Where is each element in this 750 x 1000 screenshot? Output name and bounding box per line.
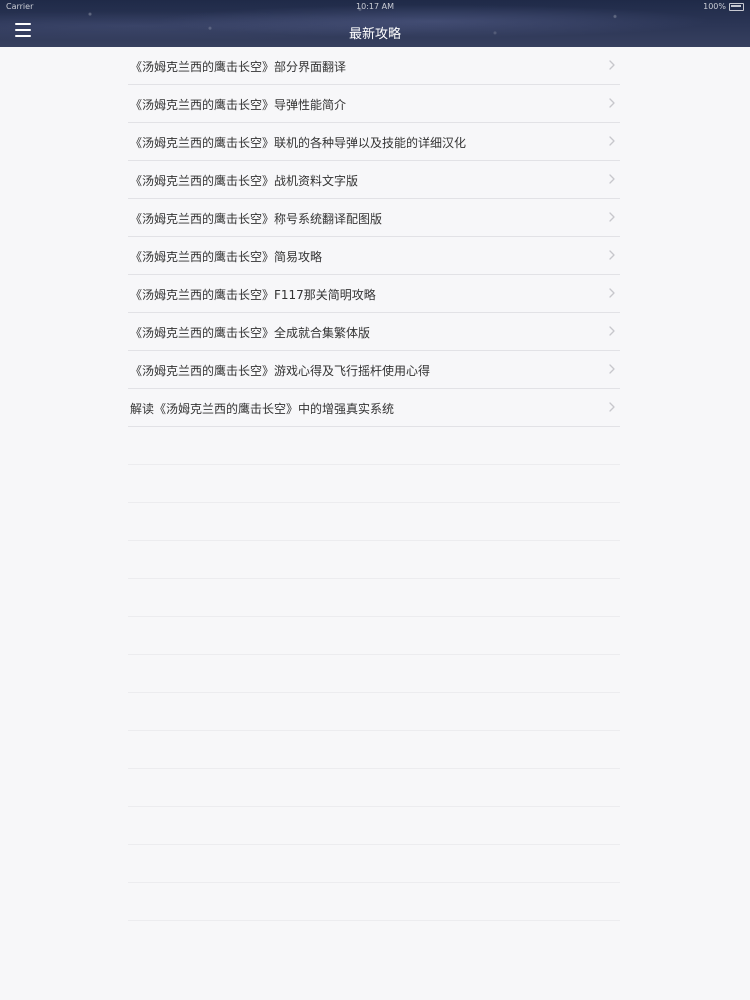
list-item-label: 《汤姆克兰西的鹰击长空》部分界面翻译 bbox=[130, 60, 347, 74]
article-list: 《汤姆克兰西的鹰击长空》部分界面翻译 《汤姆克兰西的鹰击长空》导弹性能简介 《汤… bbox=[128, 47, 620, 921]
chevron-right-icon bbox=[609, 212, 615, 222]
chevron-right-icon bbox=[609, 60, 615, 70]
status-bar: Carrier 10:17 AM 100% bbox=[0, 0, 750, 14]
battery-icon bbox=[729, 3, 744, 11]
list-item[interactable]: 《汤姆克兰西的鹰击长空》F117那关简明攻略 bbox=[128, 275, 620, 313]
list-item-label: 《汤姆克兰西的鹰击长空》游戏心得及飞行摇杆使用心得 bbox=[130, 364, 431, 378]
chevron-right-icon bbox=[609, 174, 615, 184]
empty-row bbox=[128, 541, 620, 579]
empty-row bbox=[128, 731, 620, 769]
list-item-label: 《汤姆克兰西的鹰击长空》联机的各种导弹以及技能的详细汉化 bbox=[130, 136, 467, 150]
empty-row bbox=[128, 655, 620, 693]
empty-row bbox=[128, 769, 620, 807]
chevron-right-icon bbox=[609, 288, 615, 298]
status-time: 10:17 AM bbox=[356, 2, 394, 11]
nav-header: Carrier 10:17 AM 100% 最新攻略 bbox=[0, 0, 750, 47]
list-item-label: 《汤姆克兰西的鹰击长空》称号系统翻译配图版 bbox=[130, 212, 383, 226]
page-title: 最新攻略 bbox=[348, 27, 401, 42]
empty-row bbox=[128, 465, 620, 503]
chevron-right-icon bbox=[609, 98, 615, 108]
list-item-label: 解读《汤姆克兰西的鹰击长空》中的增强真实系统 bbox=[130, 402, 395, 416]
empty-row bbox=[128, 807, 620, 845]
chevron-right-icon bbox=[609, 364, 615, 374]
empty-row bbox=[128, 579, 620, 617]
list-item[interactable]: 《汤姆克兰西的鹰击长空》导弹性能简介 bbox=[128, 85, 620, 123]
list-item[interactable]: 《汤姆克兰西的鹰击长空》联机的各种导弹以及技能的详细汉化 bbox=[128, 123, 620, 161]
list-item[interactable]: 解读《汤姆克兰西的鹰击长空》中的增强真实系统 bbox=[128, 389, 620, 427]
list-item-label: 《汤姆克兰西的鹰击长空》全成就合集繁体版 bbox=[130, 326, 371, 340]
empty-row bbox=[128, 503, 620, 541]
empty-row bbox=[128, 883, 620, 921]
empty-row bbox=[128, 845, 620, 883]
empty-row bbox=[128, 693, 620, 731]
chevron-right-icon bbox=[609, 402, 615, 412]
list-item[interactable]: 《汤姆克兰西的鹰击长空》称号系统翻译配图版 bbox=[128, 199, 620, 237]
carrier-label: Carrier bbox=[6, 2, 34, 11]
battery-percent: 100% bbox=[703, 2, 726, 11]
list-item[interactable]: 《汤姆克兰西的鹰击长空》游戏心得及飞行摇杆使用心得 bbox=[128, 351, 620, 389]
list-item[interactable]: 《汤姆克兰西的鹰击长空》部分界面翻译 bbox=[128, 47, 620, 85]
empty-row bbox=[128, 617, 620, 655]
list-item-label: 《汤姆克兰西的鹰击长空》简易攻略 bbox=[130, 250, 323, 264]
chevron-right-icon bbox=[609, 250, 615, 260]
list-item-label: 《汤姆克兰西的鹰击长空》导弹性能简介 bbox=[130, 98, 347, 112]
app-screen: Carrier 10:17 AM 100% 最新攻略 《汤姆克兰西的鹰击长空》部… bbox=[0, 0, 750, 1000]
list-item-label: 《汤姆克兰西的鹰击长空》F117那关简明攻略 bbox=[130, 288, 376, 302]
list-item-label: 《汤姆克兰西的鹰击长空》战机资料文字版 bbox=[130, 174, 359, 188]
list-item[interactable]: 《汤姆克兰西的鹰击长空》简易攻略 bbox=[128, 237, 620, 275]
chevron-right-icon bbox=[609, 326, 615, 336]
chevron-right-icon bbox=[609, 136, 615, 146]
list-item[interactable]: 《汤姆克兰西的鹰击长空》全成就合集繁体版 bbox=[128, 313, 620, 351]
list-item[interactable]: 《汤姆克兰西的鹰击长空》战机资料文字版 bbox=[128, 161, 620, 199]
empty-row bbox=[128, 427, 620, 465]
